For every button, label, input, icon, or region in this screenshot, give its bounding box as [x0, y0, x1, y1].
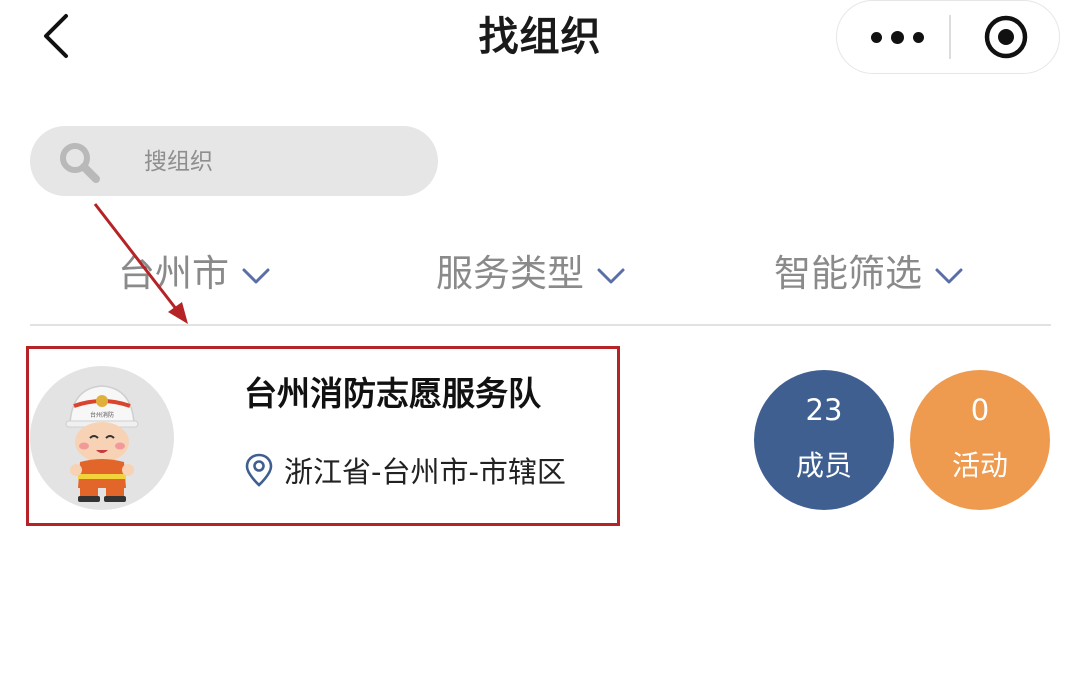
members-label: 成员 — [795, 449, 852, 482]
filter-smart-label: 智能筛选 — [774, 252, 922, 295]
members-count: 23 — [805, 393, 843, 427]
filter-city-label: 台州市 — [118, 252, 229, 295]
search-input[interactable] — [142, 126, 426, 198]
organization-name: 台州消防志愿服务队 — [244, 374, 541, 413]
filter-city[interactable]: 台州市 — [118, 246, 271, 302]
organization-avatar: 台州消防 — [30, 366, 174, 510]
organization-location: 浙江省-台州市-市辖区 — [244, 450, 566, 490]
find-organization-page: 找组织 台州市 服务类型 — [0, 0, 1080, 689]
activities-label: 活动 — [951, 449, 1008, 482]
svg-text:台州消防: 台州消防 — [90, 411, 114, 419]
more-dots-icon — [870, 31, 882, 43]
activities-count: 0 — [970, 393, 990, 427]
filter-service-type-label: 服务类型 — [436, 252, 584, 295]
annotation-arrow — [93, 203, 188, 324]
search-bar[interactable] — [30, 126, 438, 198]
filter-service-type[interactable]: 服务类型 — [436, 246, 626, 302]
chevron-down-icon — [935, 268, 963, 284]
capsule-divider — [949, 15, 951, 59]
organization-card[interactable]: 台州消防 台州消防志愿服务队 浙江省-台州市-市辖区 23 成员 0 活动 — [26, 346, 1056, 532]
location-text: 浙江省-台州市-市辖区 — [284, 455, 566, 489]
map-pin-icon — [245, 453, 273, 487]
activities-badge[interactable]: 0 活动 — [910, 370, 1050, 510]
chevron-down-icon — [242, 268, 270, 284]
filter-smart[interactable]: 智能筛选 — [774, 246, 964, 302]
filter-divider — [30, 324, 1051, 326]
chevron-down-icon — [597, 268, 625, 284]
firefighter-mascot-icon: 台州消防 — [65, 385, 139, 502]
more-dots-icon-center — [890, 30, 904, 44]
target-circle-icon — [984, 15, 1028, 59]
more-dots-icon-right — [912, 31, 924, 43]
close-mini-program-button[interactable] — [983, 14, 1029, 60]
search-icon — [60, 143, 100, 183]
mini-program-capsule — [836, 0, 1060, 74]
more-button[interactable] — [865, 15, 929, 59]
members-badge[interactable]: 23 成员 — [754, 370, 894, 510]
